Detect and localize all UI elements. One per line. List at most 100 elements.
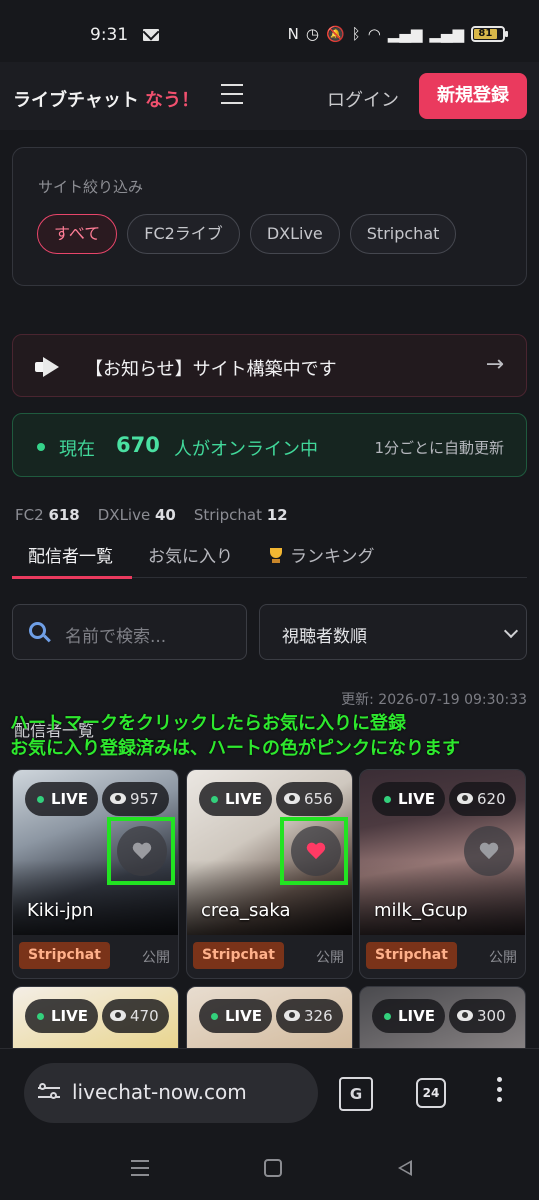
count-stripchat: Stripchat 12 bbox=[193, 506, 288, 524]
streamer-name: Kiki-jpn bbox=[27, 900, 94, 921]
streamer-card[interactable]: LIVE 326 bbox=[186, 986, 353, 1056]
translate-icon[interactable]: G bbox=[339, 1077, 373, 1111]
home-icon[interactable] bbox=[264, 1159, 282, 1177]
filter-title: サイト絞り込み bbox=[38, 178, 144, 196]
search-icon bbox=[29, 622, 46, 639]
status-bar: 9:31 N ◷ 🔕 ᛒ ◠ ▂▄▆ ▂▄▆ 81 bbox=[0, 0, 539, 62]
megaphone-icon bbox=[35, 356, 61, 378]
alarm-icon: ◷ bbox=[305, 25, 319, 43]
filter-chip-stripchat[interactable]: Stripchat bbox=[349, 214, 457, 254]
viewer-count: 470 bbox=[102, 999, 169, 1033]
status-time: 9:31 bbox=[90, 25, 129, 45]
eye-icon bbox=[110, 1010, 126, 1021]
login-link[interactable]: ログイン bbox=[327, 86, 399, 112]
live-badge: LIVE bbox=[25, 782, 98, 816]
online-status-panel: 現在 670 人がオンライン中 1分ごとに自動更新 bbox=[12, 413, 527, 477]
notice-banner[interactable]: 【お知らせ】サイト構築中です → bbox=[12, 334, 527, 397]
platform-badge: Stripchat bbox=[366, 942, 457, 969]
address-bar[interactable]: livechat-now.com bbox=[24, 1063, 318, 1123]
site-settings-icon[interactable] bbox=[38, 1083, 60, 1101]
visibility-label: 公開 bbox=[316, 950, 344, 966]
visibility-label: 公開 bbox=[489, 950, 517, 966]
live-badge: LIVE bbox=[199, 999, 272, 1033]
live-badge: LIVE bbox=[372, 782, 445, 816]
brand-text: ライブチャット bbox=[13, 90, 139, 111]
count-fc2: FC2 618 bbox=[15, 506, 80, 524]
brand-accent: なう！ bbox=[145, 90, 200, 111]
eye-icon bbox=[284, 793, 300, 804]
sort-value: 視聴者数順 bbox=[282, 627, 367, 647]
filter-chips: すべて FC2ライブ DXLive Stripchat bbox=[37, 214, 457, 254]
streamer-name: crea_saka bbox=[201, 900, 291, 921]
signal-icon: ▂▄▆ bbox=[429, 25, 464, 43]
streamer-card[interactable]: LIVE 300 bbox=[359, 986, 526, 1056]
annotation-note: ハートマークをクリックしたらお気に入りに登録 お気に入り登録済みは、ハートの色が… bbox=[10, 713, 460, 759]
online-dot-icon bbox=[37, 443, 45, 451]
mute-icon: 🔕 bbox=[325, 25, 345, 43]
live-badge: LIVE bbox=[372, 999, 445, 1033]
main-tabs: 配信者一覧 お気に入り ランキング bbox=[12, 530, 527, 579]
eye-icon bbox=[457, 1010, 473, 1021]
annotation-highlight-box bbox=[107, 817, 175, 885]
tab-streamers[interactable]: 配信者一覧 bbox=[28, 542, 113, 567]
platform-badge: Stripchat bbox=[193, 942, 284, 969]
streamer-card[interactable]: LIVE 620 milk_Gcup Stripchat 公開 bbox=[359, 769, 526, 979]
viewer-count: 326 bbox=[276, 999, 343, 1033]
trophy-icon bbox=[268, 548, 284, 564]
hamburger-menu-icon[interactable] bbox=[221, 84, 243, 104]
viewer-count: 620 bbox=[449, 782, 516, 816]
viewer-count: 300 bbox=[449, 999, 516, 1033]
battery-level: 81 bbox=[474, 29, 497, 39]
site-logo[interactable]: ライブチャット なう！ bbox=[13, 86, 199, 112]
eye-icon bbox=[457, 793, 473, 804]
notice-text: 【お知らせ】サイト構築中です bbox=[85, 359, 337, 380]
filter-chip-dxlive[interactable]: DXLive bbox=[249, 214, 340, 254]
wifi-icon: ◠ bbox=[367, 25, 381, 43]
bluetooth-icon: ᛒ bbox=[351, 25, 361, 43]
arrow-right-icon: → bbox=[485, 352, 504, 377]
search-placeholder: 名前で検索... bbox=[65, 627, 167, 647]
count-dxlive: DXLive 40 bbox=[97, 506, 176, 524]
more-menu-icon[interactable] bbox=[497, 1077, 505, 1111]
nfc-icon: N bbox=[287, 25, 299, 43]
online-suffix: 人がオンライン中 bbox=[174, 439, 318, 460]
tab-switcher-button[interactable]: 24 bbox=[416, 1078, 446, 1108]
online-count: 670 bbox=[116, 433, 160, 457]
status-icons: N ◷ 🔕 ᛒ ◠ ▂▄▆ ▂▄▆ 81 bbox=[287, 25, 508, 43]
eye-icon bbox=[284, 1010, 300, 1021]
viewer-count: 656 bbox=[276, 782, 343, 816]
mail-icon bbox=[143, 29, 159, 41]
viewer-count: 957 bbox=[102, 782, 169, 816]
last-updated: 更新: 2026-07-19 09:30:33 bbox=[341, 692, 527, 708]
live-badge: LIVE bbox=[25, 999, 98, 1033]
active-tab-indicator bbox=[12, 576, 132, 579]
url-text: livechat-now.com bbox=[72, 1080, 247, 1104]
browser-toolbar: livechat-now.com G 24 bbox=[0, 1048, 539, 1140]
sort-select[interactable]: 視聴者数順 bbox=[259, 604, 527, 660]
visibility-label: 公開 bbox=[142, 950, 170, 966]
eye-icon bbox=[110, 793, 126, 804]
filter-chip-fc2[interactable]: FC2ライブ bbox=[127, 214, 240, 254]
back-icon[interactable] bbox=[398, 1160, 412, 1176]
favorite-button[interactable] bbox=[464, 826, 514, 876]
streamer-card[interactable]: LIVE 470 bbox=[12, 986, 179, 1056]
system-nav-bar bbox=[0, 1140, 539, 1200]
annotation-highlight-box bbox=[280, 817, 348, 885]
battery-icon: 81 bbox=[471, 26, 508, 42]
tab-ranking[interactable]: ランキング bbox=[268, 542, 375, 567]
site-counts: FC2 618 DXLive 40 Stripchat 12 bbox=[15, 506, 288, 524]
platform-badge: Stripchat bbox=[19, 942, 110, 969]
search-input[interactable]: 名前で検索... bbox=[12, 604, 247, 660]
streamer-name: milk_Gcup bbox=[374, 900, 468, 921]
site-header: ライブチャット なう！ ログイン 新規登録 bbox=[0, 62, 539, 130]
heart-icon bbox=[479, 843, 499, 861]
recent-apps-icon[interactable] bbox=[131, 1160, 149, 1176]
site-filter-panel: サイト絞り込み すべて FC2ライブ DXLive Stripchat bbox=[12, 147, 527, 286]
tab-favorites[interactable]: お気に入り bbox=[148, 542, 233, 567]
live-badge: LIVE bbox=[199, 782, 272, 816]
register-button[interactable]: 新規登録 bbox=[419, 73, 527, 119]
online-prefix: 現在 bbox=[59, 439, 95, 460]
signal-icon: ▂▄▆ bbox=[387, 25, 423, 43]
auto-update-note: 1分ごとに自動更新 bbox=[374, 439, 504, 457]
filter-chip-all[interactable]: すべて bbox=[37, 214, 118, 254]
